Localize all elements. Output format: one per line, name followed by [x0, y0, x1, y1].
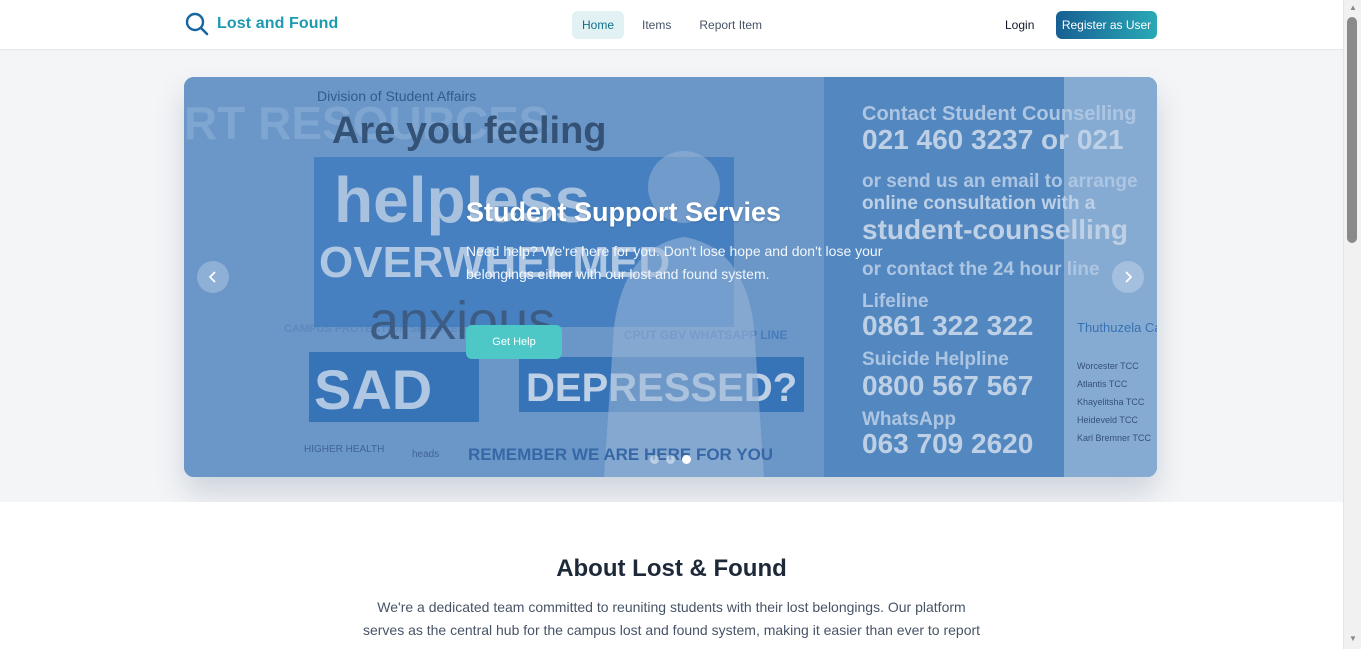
carousel-next-button[interactable] [1112, 261, 1144, 293]
page-scrollbar[interactable]: ▲ ▼ [1343, 0, 1361, 649]
scroll-down-icon[interactable]: ▼ [1348, 634, 1358, 644]
brand-logo-link[interactable]: Lost and Found [185, 12, 338, 36]
slide-title: Student Support Servies [466, 197, 782, 227]
brand-name: Lost and Found [217, 15, 339, 32]
navbar: Lost and Found Home Items Report Item Lo… [0, 0, 1343, 50]
register-button[interactable]: Register as User [1056, 11, 1157, 39]
get-help-button[interactable]: Get Help [466, 325, 562, 359]
search-icon [185, 12, 209, 36]
main-nav: Home Items Report Item [572, 11, 772, 39]
nav-home-link[interactable]: Home [572, 11, 625, 39]
carousel-indicators [650, 455, 691, 464]
carousel-dot-3[interactable] [682, 455, 691, 464]
hero-carousel: RT RESOURCES CAMPUS PROTECTION SERVICES … [184, 77, 1157, 477]
login-link[interactable]: Login [1005, 18, 1034, 32]
scrollbar-thumb[interactable] [1347, 17, 1357, 243]
chevron-left-icon [208, 271, 216, 283]
scroll-up-icon[interactable]: ▲ [1348, 3, 1358, 13]
slide-description: Need help? We're here for you. Don't los… [466, 243, 883, 282]
chevron-right-icon [1125, 271, 1133, 283]
carousel-dot-2[interactable] [666, 455, 675, 464]
about-section: About Lost & Found We're a dedicated tea… [0, 502, 1343, 649]
about-title: About Lost & Found [556, 555, 787, 582]
carousel-prev-button[interactable] [197, 261, 229, 293]
carousel-dot-1[interactable] [650, 455, 659, 464]
nav-items-link[interactable]: Items [632, 11, 681, 39]
nav-report-item-link[interactable]: Report Item [689, 11, 772, 39]
about-text: We're a dedicated team committed to reun… [362, 599, 981, 638]
